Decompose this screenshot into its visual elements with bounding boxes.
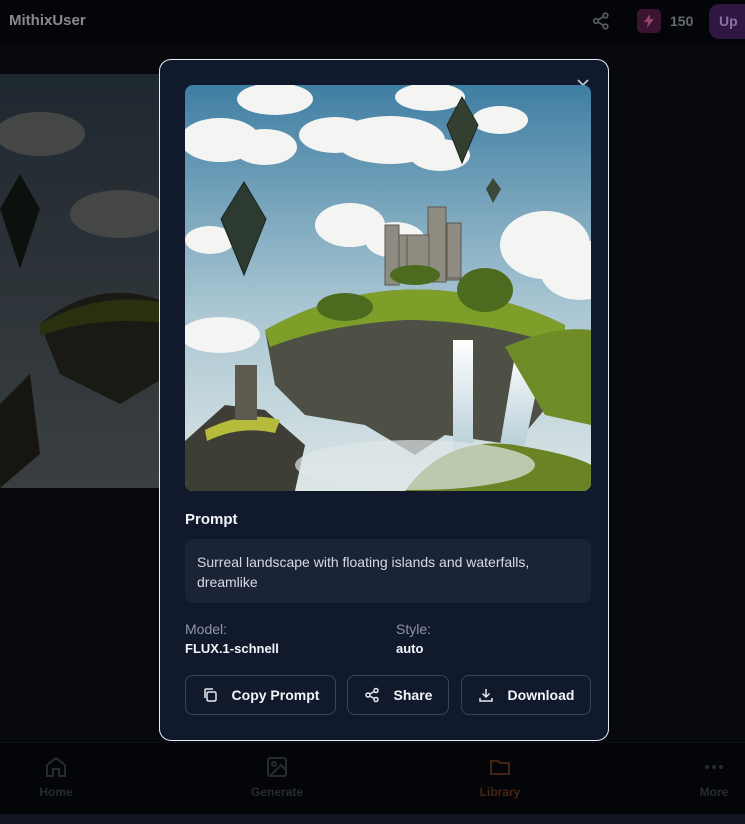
app-root: MithixUser 150 Up Home Generate Library … [0,0,745,824]
prompt-heading: Prompt [185,511,238,528]
copy-prompt-button[interactable]: Copy Prompt [185,675,336,715]
style-info: Style: auto [396,621,431,656]
prompt-text: Surreal landscape with floating islands … [185,539,591,603]
model-label: Model: [185,621,228,637]
copy-prompt-label: Copy Prompt [231,687,320,703]
share-icon [364,687,379,703]
model-info: Model: FLUX.1-schnell [185,621,279,656]
image-detail-modal: Prompt Surreal landscape with floating i… [159,59,609,741]
download-label: Download [507,687,575,703]
model-value: FLUX.1-schnell [185,641,279,656]
generated-image [185,85,591,491]
share-button[interactable]: Share [347,675,449,715]
download-button[interactable]: Download [461,675,591,715]
style-value: auto [396,641,424,656]
copy-icon [203,688,217,702]
share-label: Share [393,687,433,703]
download-icon [478,689,493,702]
style-label: Style: [396,621,432,637]
